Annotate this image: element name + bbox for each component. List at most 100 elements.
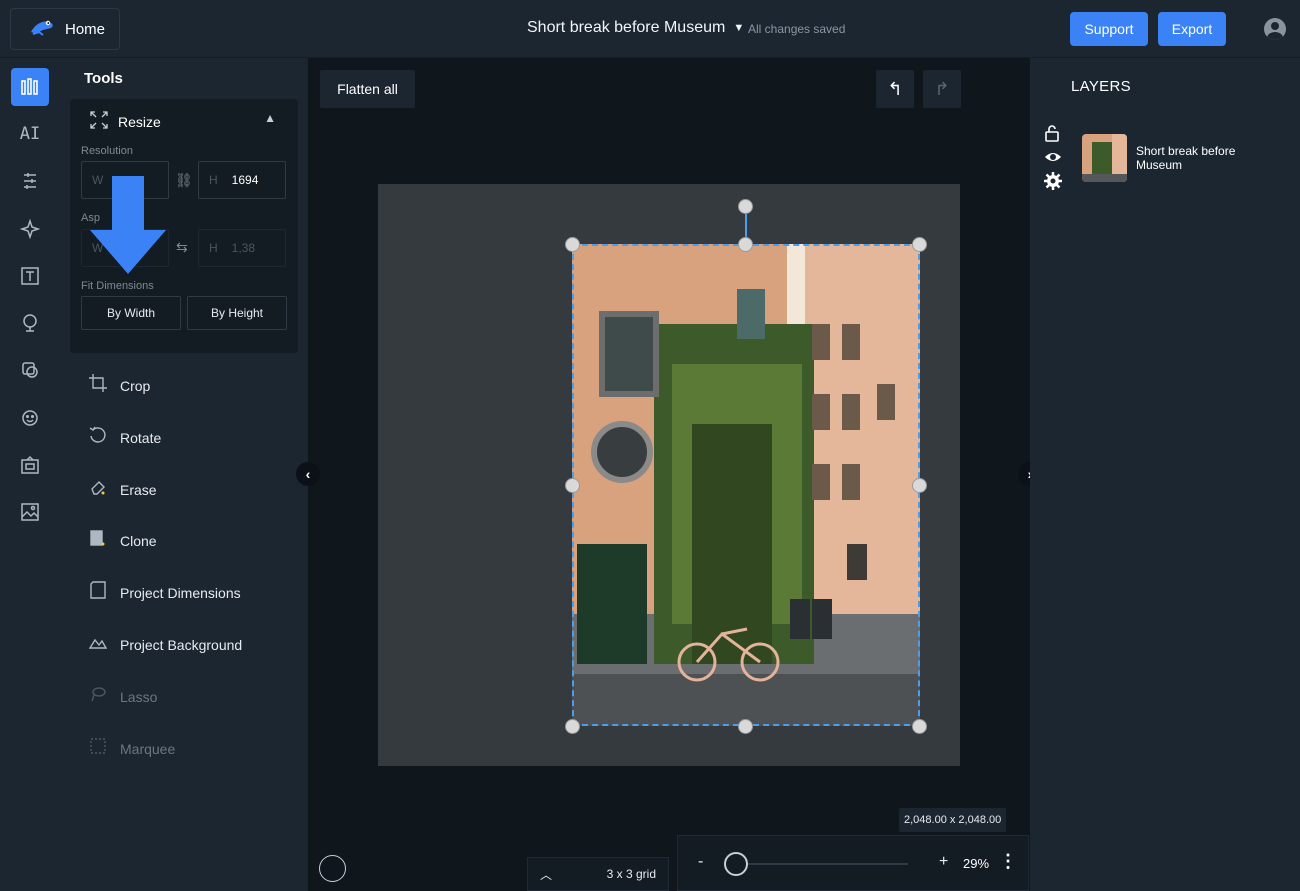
layers-panel: LAYERS Short break before Museum	[1030, 58, 1300, 891]
tool-clone[interactable]: Clone	[88, 529, 157, 552]
resize-handle-top[interactable]	[738, 237, 753, 252]
zoom-bar: - + 29% ⋮	[677, 835, 1029, 891]
tool-project-dimensions-label: Project Dimensions	[120, 584, 241, 601]
link-icon[interactable]: ⛓	[175, 172, 193, 189]
home-label: Home	[65, 20, 106, 38]
tool-clone-label: Clone	[120, 532, 157, 549]
ai-icon[interactable]: AI	[11, 115, 49, 153]
fit-dimensions-label: Fit Dimensions	[81, 280, 154, 292]
resize-handle-bottom-right[interactable]	[912, 719, 927, 734]
text-icon[interactable]	[11, 257, 49, 295]
rotate-handle[interactable]	[738, 199, 753, 214]
resize-handle-bottom[interactable]	[738, 719, 753, 734]
adjust-icon[interactable]	[11, 162, 49, 200]
tool-erase[interactable]: Erase	[88, 478, 157, 501]
document-title-text: Short break before Museum	[527, 19, 726, 36]
tools-icon[interactable]	[11, 68, 49, 106]
resize-handle-top-right[interactable]	[912, 237, 927, 252]
gear-icon[interactable]	[1044, 172, 1062, 193]
tools-panel: Tools Resize ▲ Resolution W ⛓ H 1694 Asp…	[60, 58, 308, 891]
undo-icon[interactable]: ↰	[876, 70, 914, 108]
by-height-button[interactable]: By Height	[187, 296, 287, 330]
tool-crop[interactable]: Crop	[88, 374, 150, 397]
tools-title: Tools	[84, 70, 123, 87]
tool-project-dimensions[interactable]: Project Dimensions	[88, 581, 241, 604]
stickers-icon[interactable]	[11, 399, 49, 437]
layer-thumbnail[interactable]	[1082, 134, 1127, 182]
resize-handle-bottom-left[interactable]	[565, 719, 580, 734]
tool-lasso[interactable]: Lasso	[88, 685, 157, 708]
chevron-up-icon[interactable]: ▲	[264, 111, 276, 125]
crop-icon	[88, 374, 108, 397]
resize-handle-right[interactable]	[912, 478, 927, 493]
overlays-icon[interactable]	[11, 351, 49, 389]
lock-icon[interactable]	[1044, 124, 1062, 145]
user-avatar-icon[interactable]	[1264, 18, 1286, 40]
zoom-out-button[interactable]: -	[698, 853, 703, 871]
layer-controls	[1044, 124, 1062, 193]
lasso-icon	[88, 685, 108, 708]
layers-title: LAYERS	[1071, 78, 1131, 95]
height-value: 1694	[231, 173, 259, 187]
tool-project-background-label: Project Background	[120, 636, 243, 653]
aspect-height-input[interactable]: H 1,38	[198, 229, 286, 267]
canvas-dimensions: 2,048.00 x 2,048.00	[899, 808, 1007, 832]
eye-icon[interactable]	[1044, 150, 1062, 167]
tool-lasso-label: Lasso	[120, 688, 158, 705]
support-button[interactable]: Support	[1070, 12, 1148, 46]
zoom-track[interactable]	[738, 863, 908, 865]
tool-rotate-label: Rotate	[120, 429, 162, 446]
redo-icon[interactable]: ↱	[923, 70, 961, 108]
document-title[interactable]: Short break before Museum ▼	[527, 19, 744, 37]
resolution-label: Resolution	[81, 145, 133, 157]
zoom-in-button[interactable]: +	[939, 853, 948, 871]
chevron-down-icon[interactable]: ▼	[733, 22, 744, 34]
arrow-down-icon	[90, 176, 166, 274]
chevron-up-icon[interactable]: ︿	[540, 866, 552, 883]
project-dimensions-icon	[88, 581, 108, 604]
flatten-all-button[interactable]: Flatten all	[320, 70, 415, 108]
home-button[interactable]: Home	[10, 8, 120, 50]
clone-icon	[88, 529, 108, 552]
export-button[interactable]: Export	[1158, 12, 1226, 46]
grid-label: 3 x 3 grid	[606, 867, 656, 881]
aspect-height-prefix: H	[209, 241, 218, 255]
swap-icon[interactable]: ⇆	[176, 239, 188, 256]
resize-label: Resize	[118, 113, 161, 130]
height-input[interactable]: H 1694	[198, 161, 286, 199]
grid-control[interactable]: ︿ 3 x 3 grid	[527, 857, 669, 891]
layer-name[interactable]: Short break before Museum	[1136, 144, 1276, 172]
effects-icon[interactable]	[11, 210, 49, 248]
icon-rail: AI	[0, 58, 60, 891]
circle-button[interactable]	[319, 855, 346, 882]
canvas-area: Flatten all ↰ ↱ ‹ 2,048.00 x 2,048.00 ︿ …	[296, 58, 1042, 891]
resize-header[interactable]: Resize	[90, 111, 161, 132]
zoom-slider-knob[interactable]	[724, 852, 748, 876]
frames-icon[interactable]	[11, 446, 49, 484]
aspect-height-value: 1,38	[231, 241, 256, 255]
tool-erase-label: Erase	[120, 481, 157, 498]
elements-icon[interactable]	[11, 304, 49, 342]
by-width-button[interactable]: By Width	[81, 296, 181, 330]
tool-project-background[interactable]: Project Background	[88, 633, 242, 656]
frog-logo-icon	[29, 16, 55, 42]
height-prefix: H	[209, 173, 218, 187]
selection-box[interactable]	[572, 244, 920, 726]
tool-marquee[interactable]: Marquee	[88, 737, 175, 760]
resize-icon	[90, 111, 108, 132]
marquee-icon	[88, 737, 108, 760]
resize-handle-top-left[interactable]	[565, 237, 580, 252]
collapse-left-icon[interactable]: ‹	[296, 462, 320, 486]
save-status: All changes saved	[748, 22, 846, 36]
rotate-icon	[88, 426, 108, 449]
image-icon[interactable]	[11, 493, 49, 531]
eraser-icon	[88, 478, 108, 501]
top-bar: Home Short break before Museum ▼ All cha…	[0, 0, 1300, 58]
resize-handle-left[interactable]	[565, 478, 580, 493]
more-vertical-icon[interactable]: ⋮	[999, 851, 1017, 872]
tool-rotate[interactable]: Rotate	[88, 426, 161, 449]
tool-crop-label: Crop	[120, 377, 151, 394]
mountain-icon	[88, 633, 108, 656]
tool-marquee-label: Marquee	[120, 740, 176, 757]
zoom-value: 29%	[963, 856, 990, 871]
